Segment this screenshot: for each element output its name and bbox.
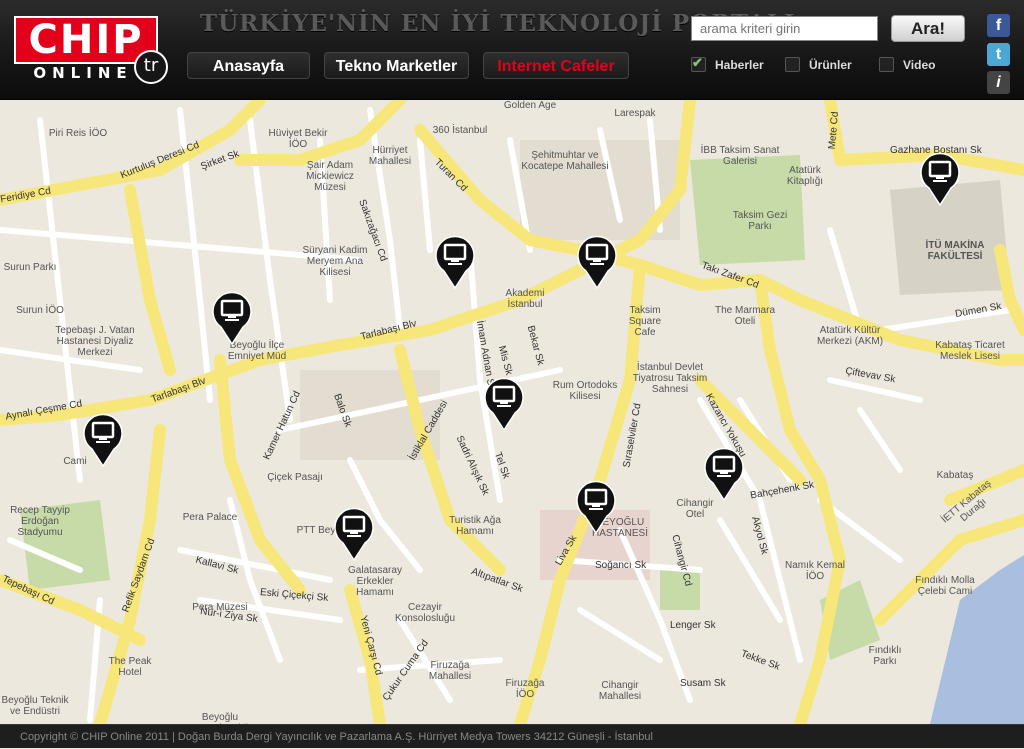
poi-label: Hüviyet Bekir İÖO <box>268 128 328 150</box>
chip-online-logo[interactable]: CHIP ONLINE tr <box>12 10 172 84</box>
poi-label: Recep Tayyip Erdoğan Stadyumu <box>10 505 70 538</box>
logo-country-badge: tr <box>134 50 168 84</box>
twitter-icon[interactable]: t <box>987 43 1010 66</box>
poi-label: Firuzağa İÖO <box>505 678 545 700</box>
footer: Copyright © CHIP Online 2011 | Doğan Bur… <box>0 724 1024 748</box>
news-checkbox[interactable] <box>691 55 706 72</box>
poi-label: PTT Bey <box>296 525 336 536</box>
poi-label: 360 İstanbul <box>432 125 488 136</box>
search-input[interactable] <box>691 16 878 41</box>
search-button[interactable]: Ara! <box>891 15 965 42</box>
poi-label: Taksim Gezi Parkı <box>732 210 788 232</box>
info-icon[interactable]: i <box>987 71 1010 94</box>
internet-cafe-marker[interactable] <box>435 235 475 289</box>
poi-label: İTÜ MAKİNA FAKÜLTESİ <box>925 240 985 262</box>
nav-home-button[interactable]: Anasayfa <box>187 52 310 79</box>
internet-cafe-marker[interactable] <box>577 235 617 289</box>
internet-cafe-marker[interactable] <box>704 447 744 501</box>
street-label: Susam Sk <box>680 678 726 689</box>
poi-label: Cihangir Otel <box>676 498 714 520</box>
facebook-icon[interactable]: f <box>987 14 1010 37</box>
filter-products[interactable]: Ürünler <box>785 56 865 74</box>
poi-label: Namık Kemal İÖO <box>785 560 846 582</box>
poi-label: Surun Parkı <box>3 262 57 273</box>
video-checkbox[interactable] <box>879 57 894 72</box>
street-label: Soğancı Sk <box>595 560 647 571</box>
internet-cafe-marker[interactable] <box>334 507 374 561</box>
poi-label: Piri Reis İÖO <box>48 128 108 139</box>
poi-label: Fındıklı Parkı <box>868 645 902 667</box>
poi-label: Golden Age <box>503 100 557 111</box>
poi-label: The Marmara Oteli <box>714 305 775 327</box>
poi-label: Turistik Ağa Hamamı <box>449 515 501 537</box>
poi-label: Şair Adam Mickiewicz Müzesi <box>306 160 354 193</box>
poi-label: Pera Palace <box>182 512 238 523</box>
poi-label: Beyoğlu Kaymakamlığı <box>188 712 251 724</box>
header: CHIP ONLINE tr TÜRKİYE'NİN EN İYİ TEKNOL… <box>0 0 1024 100</box>
internet-cafe-marker[interactable] <box>484 377 524 431</box>
nav-internet-cafes-button[interactable]: Internet Cafeler <box>483 52 629 79</box>
poi-label: Süryani Kadim Meryem Ana Kilisesi <box>302 245 368 278</box>
poi-label: İstanbul Devlet Tiyatrosu Taksim Sahnesi <box>632 362 708 395</box>
products-checkbox[interactable] <box>785 57 800 72</box>
poi-label: Cihangir Mahallesi <box>598 680 642 702</box>
filter-products-label: Ürünler <box>809 58 852 72</box>
poi-label: Şehitmuhtar ve Kocatepe Mahallesi <box>521 150 609 172</box>
internet-cafe-marker[interactable] <box>920 152 960 206</box>
poi-label: Kabataş Ticaret Meslek Lisesi <box>935 340 1005 362</box>
poi-label: Surun İÖO <box>16 305 64 316</box>
poi-label: İBB Taksim Sanat Galerisi <box>700 145 780 167</box>
poi-label: Çiçek Pasajı <box>267 472 323 483</box>
map-canvas[interactable]: Kurtuluş Deresi Cd Şirket Sk Feridiye Cd… <box>0 100 1024 724</box>
poi-label: The Peak Hotel <box>108 656 152 678</box>
poi-label: Kabataş <box>936 470 974 481</box>
internet-cafe-marker[interactable] <box>83 413 123 467</box>
internet-cafe-marker[interactable] <box>212 291 252 345</box>
poi-label: Tepebaşı J. Vatan Hastanesi Diyaliz Merk… <box>55 325 135 358</box>
filter-video[interactable]: Video <box>879 56 949 74</box>
logo-online-text: ONLINE <box>33 64 133 82</box>
poi-label: Atatürk Kitaplığı <box>786 165 824 187</box>
filter-news[interactable]: Haberler <box>691 55 771 74</box>
poi-label: Beyoğlu Teknik ve Endüstri <box>1 695 69 717</box>
poi-label: Cezayir Konsolosluğu <box>394 602 456 624</box>
filter-news-label: Haberler <box>715 58 764 72</box>
street-label: Lenger Sk <box>670 620 716 631</box>
internet-cafe-marker[interactable] <box>576 480 616 534</box>
poi-label: Galatasaray Erkekler Hamamı <box>348 565 402 598</box>
poi-label: Akademi İstanbul <box>505 288 545 310</box>
nav-tech-markets-button[interactable]: Tekno Marketler <box>324 52 469 79</box>
poi-label: Fındıklı Molla Çelebi Cami <box>915 575 975 597</box>
poi-label: Firuzağa Mahallesi <box>428 660 472 682</box>
poi-label: Rum Ortodoks Kilisesi <box>552 380 618 402</box>
poi-label: Larespak <box>614 108 656 119</box>
filter-video-label: Video <box>903 58 936 72</box>
poi-label: Pera Müzesi <box>192 602 248 613</box>
poi-label: Hürriyet Mahallesi <box>368 145 412 167</box>
poi-label: Atatürk Kültür Merkezi (AKM) <box>816 325 884 347</box>
poi-label: Taksim Square Cafe <box>628 305 662 338</box>
